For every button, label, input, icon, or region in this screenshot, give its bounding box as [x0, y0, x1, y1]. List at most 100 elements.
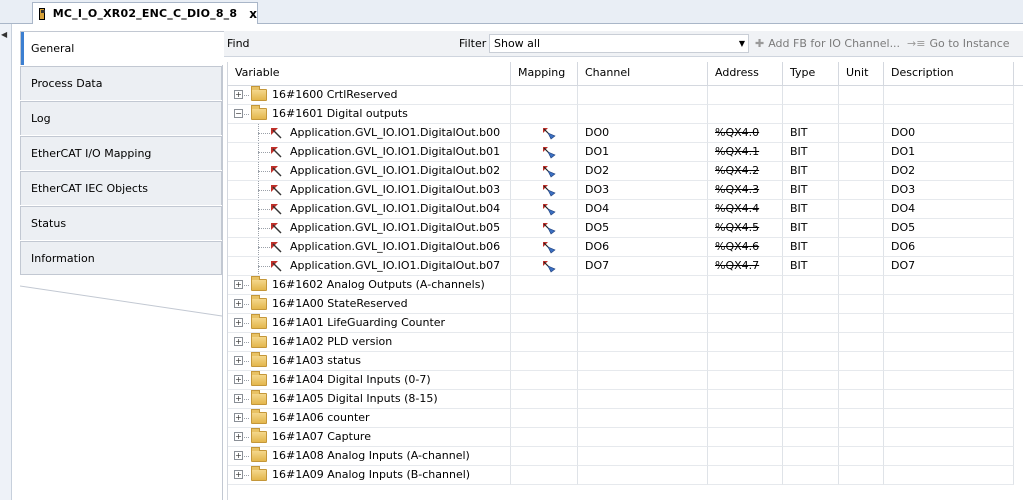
side-tab-status[interactable]: Status [20, 206, 222, 240]
variable-cell[interactable]: +16#1A07 Capture [228, 428, 511, 447]
variable-cell[interactable]: +16#1A03 status [228, 352, 511, 371]
collapse-arrow-icon[interactable]: ◀ [1, 30, 7, 39]
mapping-cell[interactable] [511, 238, 578, 257]
mapping-cell[interactable] [511, 447, 578, 466]
table-row-variable[interactable]: Application.GVL_IO.IO1.DigitalOut.b03 DO3… [228, 181, 1023, 200]
add-fb-button[interactable]: ✚ Add FB for IO Channel... [755, 37, 900, 50]
close-icon[interactable]: x [249, 7, 257, 21]
expand-icon[interactable]: + [234, 318, 243, 327]
variable-cell[interactable]: Application.GVL_IO.IO1.DigitalOut.b07 [228, 257, 511, 276]
expand-icon[interactable]: + [234, 432, 243, 441]
variable-cell[interactable]: +16#1A08 Analog Inputs (A-channel) [228, 447, 511, 466]
collapse-icon[interactable]: − [234, 109, 243, 118]
mapping-cell[interactable] [511, 219, 578, 238]
mapping-existing-variable-icon[interactable] [542, 184, 556, 197]
mapping-cell[interactable] [511, 352, 578, 371]
table-row-variable[interactable]: Application.GVL_IO.IO1.DigitalOut.b07 DO7… [228, 257, 1023, 276]
table-row-variable[interactable]: Application.GVL_IO.IO1.DigitalOut.b05 DO5… [228, 219, 1023, 238]
variable-cell[interactable]: +16#1A01 LifeGuarding Counter [228, 314, 511, 333]
table-row-group[interactable]: +16#1A04 Digital Inputs (0-7) [228, 371, 1023, 390]
mapping-cell[interactable] [511, 181, 578, 200]
variable-cell[interactable]: +16#1A04 Digital Inputs (0-7) [228, 371, 511, 390]
mapping-existing-variable-icon[interactable] [542, 260, 556, 273]
table-row-group[interactable]: +16#1602 Analog Outputs (A-channels) [228, 276, 1023, 295]
table-row-group[interactable]: +16#1A09 Analog Inputs (B-channel) [228, 466, 1023, 485]
expand-icon[interactable]: + [234, 280, 243, 289]
variable-cell[interactable]: +16#1A05 Digital Inputs (8-15) [228, 390, 511, 409]
expand-icon[interactable]: + [234, 451, 243, 460]
mapping-cell[interactable] [511, 124, 578, 143]
variable-cell[interactable]: Application.GVL_IO.IO1.DigitalOut.b01 [228, 143, 511, 162]
column-header-variable[interactable]: Variable [228, 62, 511, 86]
mapping-cell[interactable] [511, 143, 578, 162]
side-tab-general[interactable]: General [20, 31, 224, 65]
filter-select[interactable]: Show all ▼ [489, 34, 749, 53]
mapping-cell[interactable] [511, 371, 578, 390]
table-row-group[interactable]: +16#1A02 PLD version [228, 333, 1023, 352]
table-row-variable[interactable]: Application.GVL_IO.IO1.DigitalOut.b00 DO0… [228, 124, 1023, 143]
mapping-existing-variable-icon[interactable] [542, 203, 556, 216]
expand-icon[interactable]: + [234, 90, 243, 99]
mapping-cell[interactable] [511, 295, 578, 314]
side-tab-log[interactable]: Log [20, 101, 222, 135]
table-row-group[interactable]: +16#1A08 Analog Inputs (A-channel) [228, 447, 1023, 466]
mapping-cell[interactable] [511, 390, 578, 409]
table-row-group[interactable]: +16#1A07 Capture [228, 428, 1023, 447]
table-row-variable[interactable]: Application.GVL_IO.IO1.DigitalOut.b04 DO4… [228, 200, 1023, 219]
variable-cell[interactable]: Application.GVL_IO.IO1.DigitalOut.b04 [228, 200, 511, 219]
variable-cell[interactable]: +16#1600 CrtlReserved [228, 86, 511, 105]
expand-icon[interactable]: + [234, 356, 243, 365]
table-row-group[interactable]: +16#1A00 StateReserved [228, 295, 1023, 314]
variable-cell[interactable]: Application.GVL_IO.IO1.DigitalOut.b00 [228, 124, 511, 143]
mapping-cell[interactable] [511, 162, 578, 181]
side-tab-ethercat-i-o-mapping[interactable]: EtherCAT I/O Mapping [20, 136, 222, 170]
expand-icon[interactable]: + [234, 470, 243, 479]
variable-cell[interactable]: Application.GVL_IO.IO1.DigitalOut.b03 [228, 181, 511, 200]
side-tab-information[interactable]: Information [20, 241, 222, 275]
mapping-cell[interactable] [511, 257, 578, 276]
table-row-group[interactable]: +16#1600 CrtlReserved [228, 86, 1023, 105]
expand-icon[interactable]: + [234, 413, 243, 422]
mapping-existing-variable-icon[interactable] [542, 241, 556, 254]
mapping-cell[interactable] [511, 200, 578, 219]
column-header-type[interactable]: Type [783, 62, 839, 86]
variable-cell[interactable]: +16#1A00 StateReserved [228, 295, 511, 314]
table-row-variable[interactable]: Application.GVL_IO.IO1.DigitalOut.b02 DO2… [228, 162, 1023, 181]
table-row-group[interactable]: − 16#1601 Digital outputs [228, 105, 1023, 124]
variable-cell[interactable]: +16#1A02 PLD version [228, 333, 511, 352]
table-row-group[interactable]: +16#1A03 status [228, 352, 1023, 371]
chevron-down-icon[interactable]: ▼ [739, 35, 745, 52]
mapping-cell[interactable] [511, 105, 578, 124]
editor-tab[interactable]: MC_I_O_XR02_ENC_C_DIO_8_8 x [32, 2, 258, 24]
table-row-group[interactable]: +16#1A05 Digital Inputs (8-15) [228, 390, 1023, 409]
mapping-cell[interactable] [511, 428, 578, 447]
variable-cell[interactable]: − 16#1601 Digital outputs [228, 105, 511, 124]
expand-icon[interactable]: + [234, 394, 243, 403]
expand-icon[interactable]: + [234, 337, 243, 346]
mapping-cell[interactable] [511, 466, 578, 485]
side-tab-ethercat-iec-objects[interactable]: EtherCAT IEC Objects [20, 171, 222, 205]
mapping-cell[interactable] [511, 409, 578, 428]
table-row-group[interactable]: +16#1A06 counter [228, 409, 1023, 428]
column-header-unit[interactable]: Unit [839, 62, 884, 86]
mapping-existing-variable-icon[interactable] [542, 165, 556, 178]
mapping-existing-variable-icon[interactable] [542, 222, 556, 235]
variable-cell[interactable]: Application.GVL_IO.IO1.DigitalOut.b02 [228, 162, 511, 181]
mapping-cell[interactable] [511, 86, 578, 105]
table-row-variable[interactable]: Application.GVL_IO.IO1.DigitalOut.b01 DO1… [228, 143, 1023, 162]
variable-cell[interactable]: Application.GVL_IO.IO1.DigitalOut.b06 [228, 238, 511, 257]
mapping-cell[interactable] [511, 314, 578, 333]
variable-cell[interactable]: +16#1A06 counter [228, 409, 511, 428]
variable-cell[interactable]: +16#1A09 Analog Inputs (B-channel) [228, 466, 511, 485]
table-row-variable[interactable]: Application.GVL_IO.IO1.DigitalOut.b06 DO6… [228, 238, 1023, 257]
side-tab-process-data[interactable]: Process Data [20, 66, 222, 100]
go-to-instance-button[interactable]: →≡ Go to Instance [907, 37, 1010, 50]
find-input[interactable] [253, 34, 453, 53]
expand-icon[interactable]: + [234, 375, 243, 384]
table-row-group[interactable]: +16#1A01 LifeGuarding Counter [228, 314, 1023, 333]
mapping-cell[interactable] [511, 276, 578, 295]
column-header-mapping[interactable]: Mapping [511, 62, 578, 86]
variable-cell[interactable]: Application.GVL_IO.IO1.DigitalOut.b05 [228, 219, 511, 238]
mapping-existing-variable-icon[interactable] [542, 127, 556, 140]
expand-icon[interactable]: + [234, 299, 243, 308]
